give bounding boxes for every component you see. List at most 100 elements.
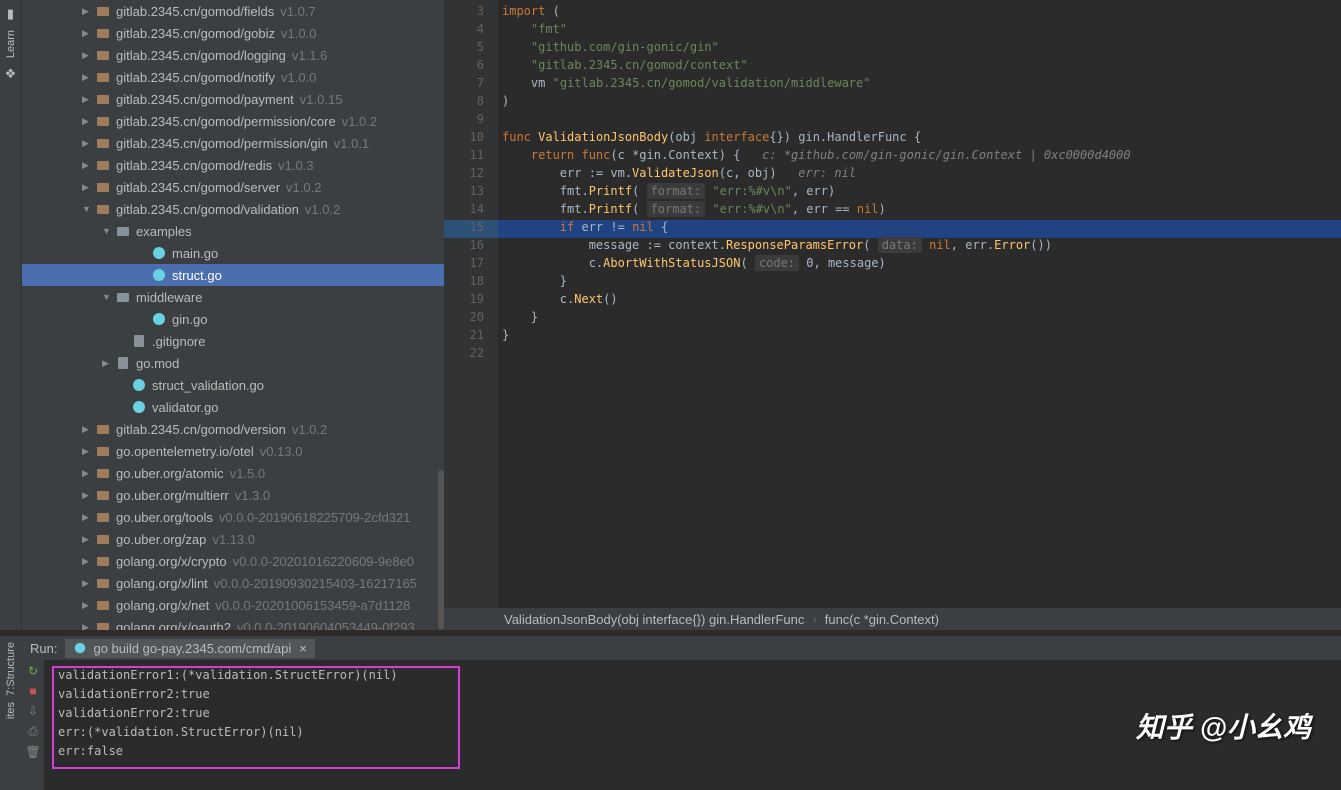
tree-arrow-icon[interactable]: ▶: [82, 556, 92, 567]
code-line[interactable]: fmt.Printf( format: "err:%#v\n", err): [498, 184, 1341, 202]
tree-item-name: struct.go: [172, 268, 222, 283]
trash-icon[interactable]: 🗑: [25, 745, 40, 759]
tree-row[interactable]: ▶gitlab.2345.cn/gomod/gobizv1.0.0: [22, 22, 444, 44]
tree-arrow-icon[interactable]: ▶: [82, 446, 92, 457]
tree-item-name: gitlab.2345.cn/gomod/permission/core: [116, 114, 336, 129]
code-line[interactable]: message := context.ResponseParamsError( …: [498, 238, 1341, 256]
rerun-icon[interactable]: ↻: [28, 664, 38, 678]
code-line[interactable]: }: [498, 310, 1341, 328]
tree-arrow-icon[interactable]: ▶: [82, 490, 92, 501]
structure-tool-label[interactable]: 7:Structure: [5, 642, 17, 696]
code-line[interactable]: "github.com/gin-gonic/gin": [498, 40, 1341, 58]
tree-row[interactable]: ▶gitlab.2345.cn/gomod/permission/ginv1.0…: [22, 132, 444, 154]
tree-row[interactable]: ▶golang.org/x/cryptov0.0.0-2020101622060…: [22, 550, 444, 572]
tree-item-name: go.uber.org/zap: [116, 532, 206, 547]
tree-arrow-icon[interactable]: ▶: [82, 578, 92, 589]
run-tab-label: go build go-pay.2345.com/cmd/api: [93, 641, 291, 656]
tree-item-version: v1.0.2: [305, 202, 340, 217]
tree-row[interactable]: ▶gitlab.2345.cn/gomod/fieldsv1.0.7: [22, 0, 444, 22]
tree-row[interactable]: ▶go.opentelemetry.io/otelv0.13.0: [22, 440, 444, 462]
tree-arrow-icon[interactable]: ▼: [82, 204, 92, 214]
tree-arrow-icon[interactable]: ▶: [102, 358, 112, 369]
tree-arrow-icon[interactable]: ▶: [82, 94, 92, 105]
tree-row[interactable]: ▼gitlab.2345.cn/gomod/validationv1.0.2: [22, 198, 444, 220]
code-line[interactable]: [498, 112, 1341, 130]
code-line[interactable]: fmt.Printf( format: "err:%#v\n", err == …: [498, 202, 1341, 220]
code-line[interactable]: return func(c *gin.Context) { c: *github…: [498, 148, 1341, 166]
tree-row[interactable]: validator.go: [22, 396, 444, 418]
code-line[interactable]: "fmt": [498, 22, 1341, 40]
tree-row[interactable]: ▼middleware: [22, 286, 444, 308]
tree-row[interactable]: ▶golang.org/x/lintv0.0.0-20190930215403-…: [22, 572, 444, 594]
tree-row[interactable]: .gitignore: [22, 330, 444, 352]
run-tab[interactable]: go build go-pay.2345.com/cmd/api ×: [65, 639, 314, 658]
tree-row[interactable]: ▶go.uber.org/multierrv1.3.0: [22, 484, 444, 506]
tree-arrow-icon[interactable]: ▶: [82, 600, 92, 611]
tree-item-version: v1.0.2: [342, 114, 377, 129]
tree-row[interactable]: ▶gitlab.2345.cn/gomod/paymentv1.0.15: [22, 88, 444, 110]
code-line[interactable]: c.AbortWithStatusJSON( code: 0, message): [498, 256, 1341, 274]
code-line[interactable]: }: [498, 274, 1341, 292]
code-line[interactable]: "gitlab.2345.cn/gomod/context": [498, 58, 1341, 76]
code-line[interactable]: if err != nil {: [498, 220, 1341, 238]
tree-row[interactable]: gin.go: [22, 308, 444, 330]
tree-arrow-icon[interactable]: ▶: [82, 28, 92, 39]
tree-row[interactable]: ▶gitlab.2345.cn/gomod/versionv1.0.2: [22, 418, 444, 440]
print-icon[interactable]: ⎙: [28, 724, 38, 739]
tree-row[interactable]: ▶go.uber.org/toolsv0.0.0-20190618225709-…: [22, 506, 444, 528]
tree-row[interactable]: ▶go.mod: [22, 352, 444, 374]
tree-row[interactable]: ▶gitlab.2345.cn/gomod/loggingv1.1.6: [22, 44, 444, 66]
code-line[interactable]: [498, 346, 1341, 364]
tree-arrow-icon[interactable]: ▼: [102, 226, 112, 236]
tree-item-name: gitlab.2345.cn/gomod/redis: [116, 158, 272, 173]
ites-tool-label[interactable]: ites: [5, 702, 17, 719]
tree-row[interactable]: struct.go: [22, 264, 444, 286]
code-area[interactable]: import ( "fmt" "github.com/gin-gonic/gin…: [498, 0, 1341, 608]
bookmark-icon[interactable]: ❖: [0, 66, 21, 82]
close-icon[interactable]: ×: [299, 641, 307, 656]
tree-row[interactable]: ▶gitlab.2345.cn/gomod/serverv1.0.2: [22, 176, 444, 198]
go-icon: [132, 400, 148, 414]
tree-row[interactable]: ▶go.uber.org/zapv1.13.0: [22, 528, 444, 550]
tree-arrow-icon[interactable]: ▶: [82, 622, 92, 631]
code-line[interactable]: import (: [498, 4, 1341, 22]
down-icon[interactable]: ⇩: [28, 704, 38, 718]
tree-arrow-icon[interactable]: ▶: [82, 160, 92, 171]
tree-row[interactable]: ▶gitlab.2345.cn/gomod/redisv1.0.3: [22, 154, 444, 176]
tree-arrow-icon[interactable]: ▶: [82, 50, 92, 61]
code-line[interactable]: func ValidationJsonBody(obj interface{})…: [498, 130, 1341, 148]
tree-arrow-icon[interactable]: ▶: [82, 116, 92, 127]
tree-arrow-icon[interactable]: ▼: [102, 292, 112, 302]
project-icon[interactable]: ▮: [0, 6, 21, 22]
tree-arrow-icon[interactable]: ▶: [82, 424, 92, 435]
tree-arrow-icon[interactable]: ▶: [82, 512, 92, 523]
code-editor[interactable]: 345678910111213141516171819202122 import…: [444, 0, 1341, 608]
stop-icon[interactable]: ■: [29, 684, 36, 698]
tree-row[interactable]: ▶golang.org/x/oauth2v0.0.0-2019060405344…: [22, 616, 444, 630]
breadcrumb-item[interactable]: func(c *gin.Context): [825, 612, 939, 627]
tree-arrow-icon[interactable]: ▶: [82, 72, 92, 83]
code-line[interactable]: c.Next(): [498, 292, 1341, 310]
tree-arrow-icon[interactable]: ▶: [82, 534, 92, 545]
tree-row[interactable]: ▼examples: [22, 220, 444, 242]
project-tree[interactable]: ▶gitlab.2345.cn/gomod/fieldsv1.0.7▶gitla…: [22, 0, 444, 630]
tree-item-name: gin.go: [172, 312, 207, 327]
tree-row[interactable]: ▶ gitlab.2345.cn/gomod/permission/core v1.…: [22, 110, 444, 132]
pkg-icon: [96, 136, 112, 150]
tree-row[interactable]: ▶gitlab.2345.cn/gomod/notifyv1.0.0: [22, 66, 444, 88]
code-line[interactable]: err := vm.ValidateJson(c, obj) err: nil: [498, 166, 1341, 184]
code-line[interactable]: }: [498, 328, 1341, 346]
tree-row[interactable]: ▶go.uber.org/atomicv1.5.0: [22, 462, 444, 484]
breadcrumb-item[interactable]: ValidationJsonBody(obj interface{}) gin.…: [504, 612, 804, 627]
learn-tool-label[interactable]: Learn: [5, 30, 17, 58]
tree-arrow-icon[interactable]: ▶: [82, 182, 92, 193]
editor-breadcrumb[interactable]: ValidationJsonBody(obj interface{}) gin.…: [444, 608, 1341, 630]
tree-arrow-icon[interactable]: ▶: [82, 6, 92, 17]
code-line[interactable]: ): [498, 94, 1341, 112]
tree-row[interactable]: ▶golang.org/x/netv0.0.0-20201006153459-a…: [22, 594, 444, 616]
code-line[interactable]: vm "gitlab.2345.cn/gomod/validation/midd…: [498, 76, 1341, 94]
tree-row[interactable]: struct_validation.go: [22, 374, 444, 396]
tree-arrow-icon[interactable]: ▶: [82, 468, 92, 479]
tree-row[interactable]: main.go: [22, 242, 444, 264]
tree-arrow-icon[interactable]: ▶: [82, 138, 92, 149]
